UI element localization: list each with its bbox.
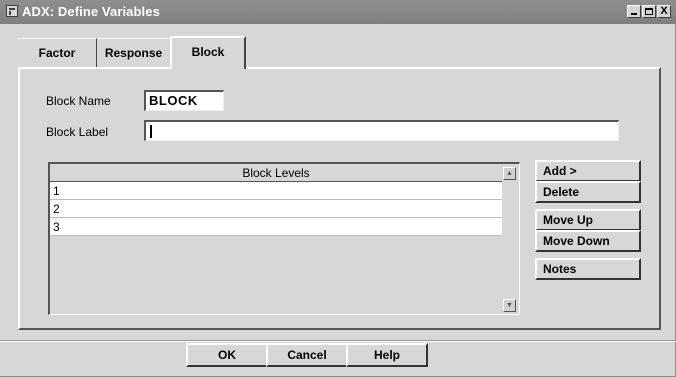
help-button[interactable]: Help — [346, 343, 428, 367]
block-name-label: Block Name — [46, 94, 111, 108]
cancel-button[interactable]: Cancel — [266, 343, 348, 367]
close-icon: X — [660, 5, 668, 17]
maximize-button[interactable] — [642, 5, 656, 18]
block-label-label: Block Label — [46, 125, 109, 139]
maximize-icon — [645, 8, 653, 15]
block-levels-list[interactable]: Block Levels 1 2 3 ▲ ▼ — [48, 162, 520, 315]
app-window-icon[interactable] — [6, 5, 18, 17]
block-levels-header: Block Levels — [50, 164, 502, 182]
close-button[interactable]: X — [657, 5, 671, 18]
footer-divider — [0, 340, 676, 342]
minimize-button[interactable] — [627, 5, 641, 18]
list-item[interactable]: 1 — [50, 182, 502, 200]
minimize-icon — [631, 13, 637, 15]
tab-response[interactable]: Response — [96, 38, 170, 68]
notes-button[interactable]: Notes — [535, 258, 641, 280]
move-down-button[interactable]: Move Down — [535, 230, 641, 252]
block-name-input[interactable]: BLOCK — [144, 90, 224, 111]
list-item[interactable]: 2 — [50, 200, 502, 218]
list-item[interactable]: 3 — [50, 218, 502, 236]
window-title: ADX: Define Variables — [22, 4, 160, 19]
list-scrollbar[interactable]: ▲ ▼ — [502, 164, 519, 314]
title-bar[interactable]: ADX: Define Variables X — [0, 0, 676, 24]
ok-button[interactable]: OK — [186, 343, 268, 367]
block-label-input[interactable] — [144, 120, 619, 141]
text-cursor — [150, 125, 152, 138]
move-up-button[interactable]: Move Up — [535, 209, 641, 231]
scroll-up-arrow-icon[interactable]: ▲ — [503, 167, 516, 180]
define-variables-window: ADX: Define Variables X Factor Response … — [0, 0, 676, 377]
delete-button[interactable]: Delete — [535, 181, 641, 203]
add-button[interactable]: Add > — [535, 160, 641, 182]
scroll-down-arrow-icon[interactable]: ▼ — [503, 299, 516, 312]
tab-factor[interactable]: Factor — [18, 38, 96, 68]
tab-block[interactable]: Block — [170, 36, 246, 69]
